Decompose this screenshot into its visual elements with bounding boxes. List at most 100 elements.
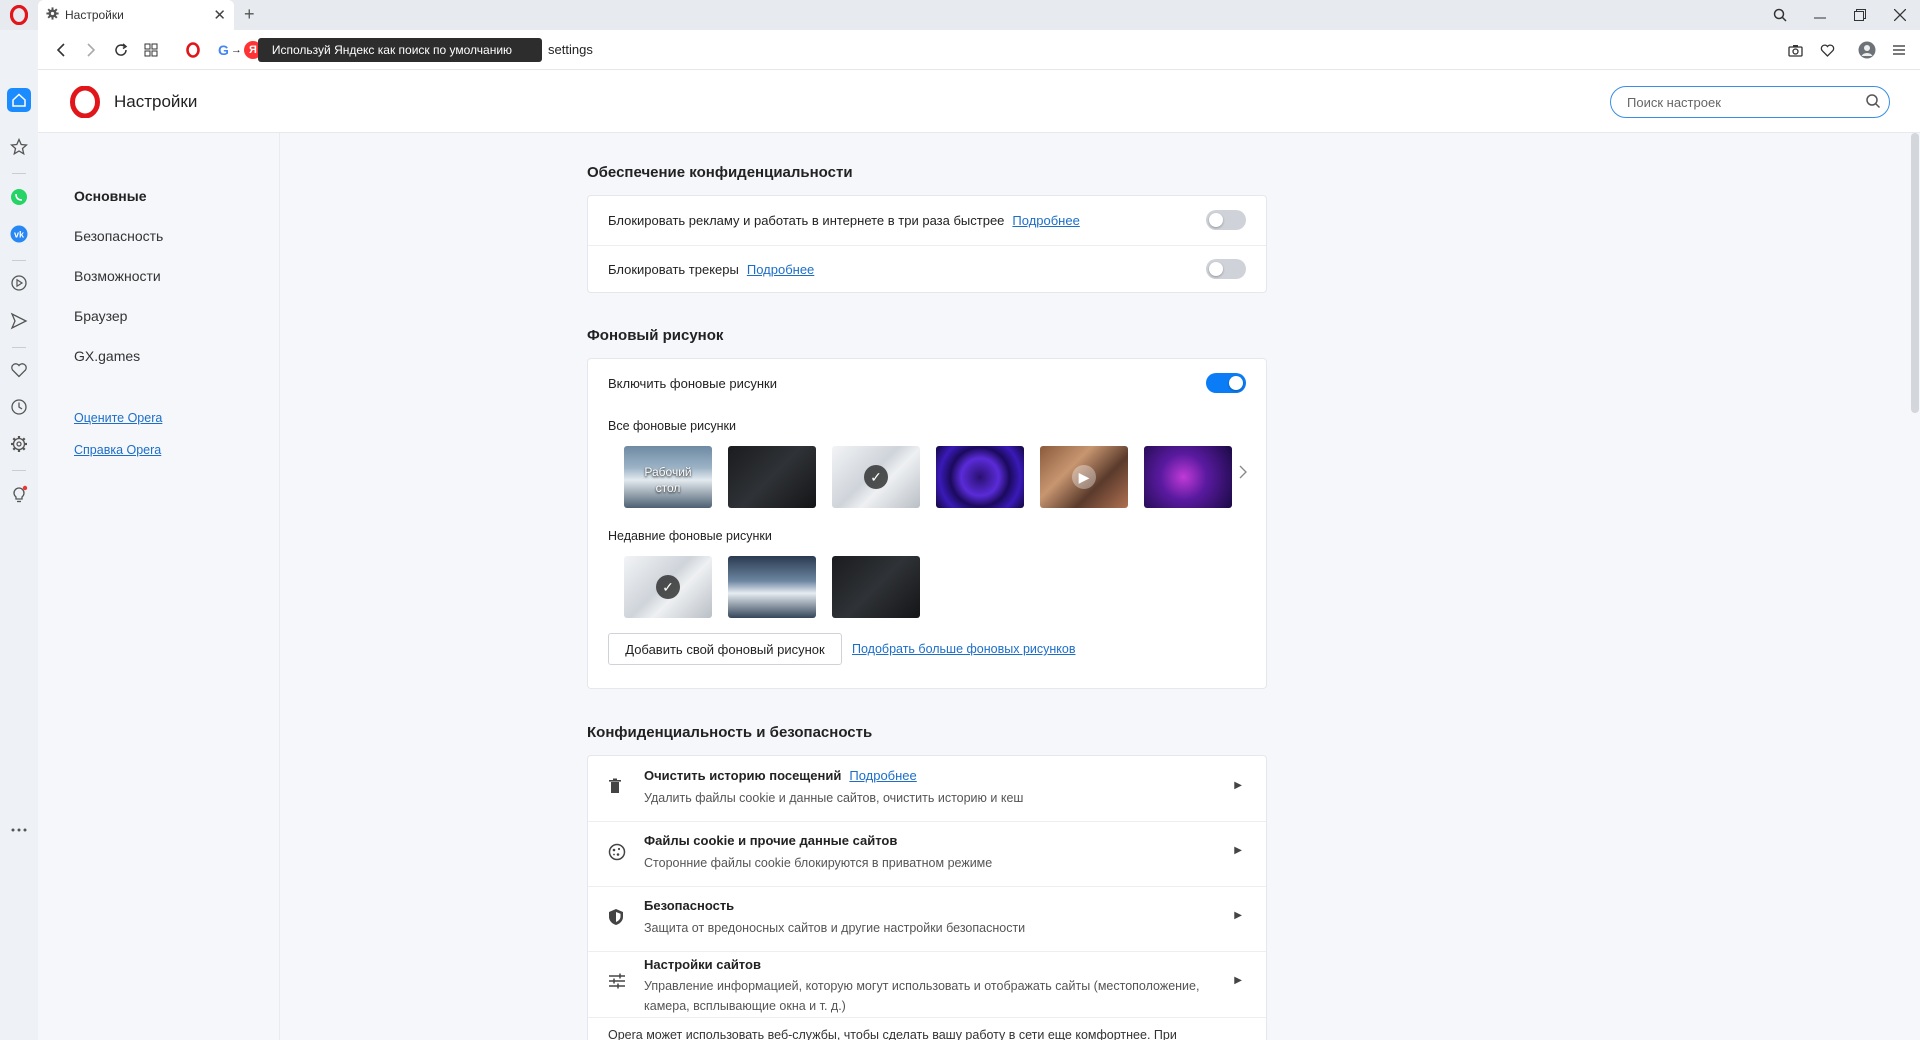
close-window-button[interactable] [1880, 0, 1920, 30]
add-wallpaper-button[interactable]: Добавить свой фоновый рисунок [608, 633, 842, 665]
wallpaper-video[interactable]: ▶ [1040, 446, 1128, 508]
nav-item-features[interactable]: Возможности [74, 268, 161, 284]
site-settings-row[interactable]: Настройки сайтов Управление информацией,… [588, 951, 1266, 1017]
wallpaper-desktop[interactable]: Рабочий стол [624, 446, 712, 508]
clear-history-more-link[interactable]: Подробнее [849, 768, 916, 783]
trackers-more-link[interactable]: Подробнее [747, 262, 814, 277]
adblock-toggle[interactable] [1206, 210, 1246, 230]
wallpaper-card: Включить фоновые рисунки Все фоновые рис… [587, 358, 1267, 689]
home-button[interactable] [7, 88, 31, 112]
easy-setup-button[interactable] [1886, 35, 1912, 65]
tab-search-icon[interactable] [1760, 0, 1800, 30]
opera-logo-icon [70, 85, 100, 121]
section-title-security: Конфиденциальность и безопасность [587, 724, 873, 741]
profile-button[interactable] [1854, 35, 1880, 65]
menu-icon [1893, 45, 1905, 55]
heart-icon [11, 363, 27, 378]
recent-wallpaper-light[interactable]: ✓ [624, 556, 712, 618]
wallpaper-neon[interactable] [1144, 446, 1232, 508]
lightbulb-icon [13, 485, 28, 503]
player-button[interactable] [7, 271, 31, 295]
avatar-icon [1858, 41, 1876, 59]
tips-button[interactable] [7, 482, 31, 506]
nav-item-security[interactable]: Безопасность [74, 228, 163, 244]
trackers-toggle[interactable] [1206, 259, 1246, 279]
vk-button[interactable]: vk [7, 222, 31, 246]
nav-item-gxgames[interactable]: GX.games [74, 348, 140, 364]
settings-header: Настройки [38, 70, 1920, 133]
minimize-button[interactable] [1800, 0, 1840, 30]
clear-history-row[interactable]: Очистить историю посещений Подробнее Удал… [588, 756, 1266, 821]
tabs-grid-button[interactable] [136, 35, 166, 65]
nav-item-basic[interactable]: Основные [74, 188, 147, 204]
page-scrollbar[interactable] [1911, 133, 1919, 413]
search-engine-prompt[interactable]: G → Я Используй Яндекс как поиск по умол… [218, 37, 543, 62]
home-icon [12, 93, 26, 107]
recent-wallpapers-label: Недавние фоновые рисунки [608, 529, 772, 543]
adblock-more-link[interactable]: Подробнее [1012, 213, 1079, 228]
sidebar-divider [12, 347, 26, 348]
sidebar-divider [12, 173, 26, 174]
camera-icon [1787, 44, 1803, 57]
cookies-row[interactable]: Файлы cookie и прочие данные сайтов Стор… [588, 821, 1266, 886]
safety-row[interactable]: Безопасность Защита от вредоносных сайто… [588, 886, 1266, 951]
left-sidebar: vk [0, 30, 38, 1040]
row-divider [588, 1017, 1266, 1018]
recent-wallpaper-mountains[interactable] [728, 556, 816, 618]
chevron-right-icon[interactable] [1239, 465, 1247, 482]
wallpaper-dark[interactable] [728, 446, 816, 508]
wallpaper-light[interactable]: ✓ [832, 446, 920, 508]
wallpaper-purple-tunnel[interactable] [936, 446, 1024, 508]
adblock-row: Блокировать рекламу и работать в интерне… [588, 196, 1266, 245]
chevron-left-icon [56, 42, 65, 57]
opera-menu-button[interactable] [0, 0, 38, 30]
settings-nav: Основные Безопасность Возможности Браузе… [38, 133, 280, 1040]
site-settings-title: Настройки сайтов [644, 957, 761, 972]
help-opera-link[interactable]: Справка Opera [74, 443, 161, 457]
forward-button[interactable] [76, 35, 106, 65]
gear-icon [11, 436, 27, 452]
tab-settings[interactable]: Настройки ✕ [38, 0, 234, 30]
clock-icon [11, 399, 27, 415]
restore-button[interactable] [1840, 0, 1880, 30]
reload-button[interactable] [106, 35, 136, 65]
vk-icon: vk [10, 225, 28, 243]
back-button[interactable] [46, 35, 76, 65]
snapshot-button[interactable] [1782, 35, 1808, 65]
settings-button[interactable] [7, 432, 31, 456]
web-services-text: Opera может использовать веб-службы, что… [608, 1028, 1177, 1040]
nav-item-browser[interactable]: Браузер [74, 308, 127, 324]
rate-opera-link[interactable]: Оцените Opera [74, 411, 162, 425]
send-button[interactable] [7, 309, 31, 333]
settings-search [1610, 86, 1890, 118]
clear-history-subtitle: Удалить файлы cookie и данные сайтов, оч… [644, 791, 1024, 805]
url-field[interactable]: settings [548, 42, 593, 57]
caret-right-icon: ▶ [1234, 780, 1242, 791]
search-icon[interactable] [1865, 93, 1881, 112]
bookmarks-button[interactable] [7, 135, 31, 159]
search-input[interactable] [1627, 93, 1847, 111]
tab-close-button[interactable]: ✕ [213, 6, 226, 24]
section-title-privacy: Обеспечение конфиденциальности [587, 164, 853, 181]
safety-title: Безопасность [644, 898, 735, 913]
my-flow-button[interactable] [1814, 35, 1840, 65]
yandex-tooltip[interactable]: Используй Яндекс как поиск по умолчанию [257, 37, 543, 62]
security-card: Очистить историю посещений Подробнее Удал… [587, 755, 1267, 1040]
whatsapp-button[interactable] [7, 185, 31, 209]
sidebar-divider [12, 260, 26, 261]
my-flow-sidebar-button[interactable] [7, 358, 31, 382]
all-wallpapers-label: Все фоновые рисунки [608, 419, 736, 433]
adblock-label: Блокировать рекламу и работать в интерне… [608, 213, 1005, 228]
sidebar-more-button[interactable] [7, 818, 31, 842]
enable-wallpapers-toggle[interactable] [1206, 373, 1246, 393]
reload-icon [115, 42, 128, 56]
cookies-title: Файлы cookie и прочие данные сайтов [644, 833, 898, 848]
new-tab-button[interactable]: + [244, 4, 255, 25]
clear-history-title: Очистить историю посещений [644, 768, 842, 783]
recent-wallpaper-dark[interactable] [832, 556, 920, 618]
settings-content: Обеспечение конфиденциальности Блокирова… [280, 133, 1910, 1040]
more-wallpapers-link[interactable]: Подобрать больше фоновых рисунков [852, 642, 1075, 656]
tab-strip: Настройки ✕ + [0, 0, 1920, 30]
shield-icon [608, 908, 624, 929]
history-button[interactable] [7, 395, 31, 419]
